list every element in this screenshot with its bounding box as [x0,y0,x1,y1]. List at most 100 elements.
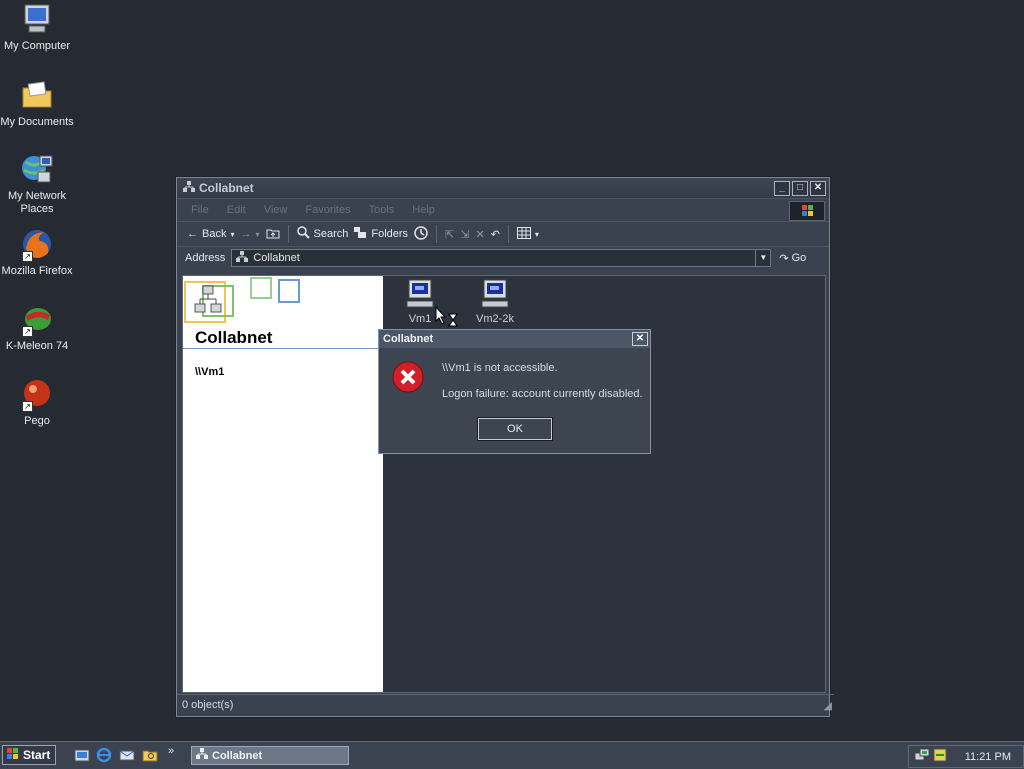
computer-icon [470,278,520,313]
address-input[interactable]: Collabnet ▼ [231,249,772,267]
folders-button[interactable]: Folders [354,226,409,242]
chevron-down-icon[interactable]: ▾ [255,230,259,239]
toolbar-separator [507,225,509,243]
forward-arrow-icon: → [240,228,252,240]
show-desktop-icon[interactable] [74,747,90,763]
copy-to-button[interactable]: ⇲ [460,228,469,241]
desktop-icon-label: Mozilla Firefox [1,265,73,277]
minimize-button[interactable]: _ [774,180,790,196]
window-title: Collabnet [199,181,254,195]
maximize-button[interactable]: □ [792,180,808,196]
menu-favorites[interactable]: Favorites [305,204,350,216]
network-banner-icon [183,276,303,327]
up-folder-icon [266,227,280,242]
windows-logo-icon [789,201,825,221]
tray-app-icon[interactable] [933,748,947,765]
resize-grip-icon[interactable]: ◢ [824,699,832,712]
start-label: Start [23,748,51,762]
history-button[interactable] [414,225,428,243]
menu-view[interactable]: View [264,204,288,216]
address-bar: Address Collabnet ▼ ↷ Go [177,246,829,269]
chevron-down-icon[interactable]: ▾ [230,230,234,239]
clock[interactable]: 11:21 PM [965,751,1011,763]
move-to-icon: ⇱ [445,228,455,241]
desktop-icon-my-documents[interactable]: My Documents [0,78,74,129]
desktop-icon-label: My Network Places [7,190,67,215]
folder-icon [20,78,54,112]
pane-divider [183,348,383,349]
shortcut-arrow-icon: ↗ [22,326,33,337]
toolbar: ← Back ▾ → ▾ Search Folders ⇱ ⇲ ✕ ↶ ▾ [177,221,829,246]
back-arrow-icon: ← [187,228,198,240]
network-folder-icon [196,748,208,763]
go-button[interactable]: ↷ Go [779,252,806,265]
search-folder-icon[interactable] [142,747,158,763]
go-label: Go [791,252,807,264]
pane-path: \\Vm1 [195,366,225,378]
desktop-icon-label: My Computer [3,40,71,52]
left-info-pane: Collabnet \\Vm1 [183,276,383,692]
search-label: Search [313,228,349,240]
window-titlebar[interactable]: Collabnet _ □ ✕ [177,178,829,198]
close-button[interactable]: ✕ [810,180,826,196]
network-folder-icon [183,180,195,196]
network-connection-icon[interactable] [914,748,930,765]
move-to-button[interactable]: ⇱ [445,228,454,241]
dialog-message-2: Logon failure: account currently disable… [442,388,643,400]
go-arrow-icon: ↷ [779,252,789,265]
computer-item-vm2-2k[interactable]: Vm2-2k [470,278,520,325]
taskbar: Start » Collabnet 11:21 PM [0,741,1024,769]
desktop-icon-k-meleon[interactable]: ↗ K-Meleon 74 [0,302,74,353]
up-folder-button[interactable] [266,227,280,242]
status-bar: 0 object(s) ◢ [177,694,834,715]
shortcut-arrow-icon: ↗ [22,251,33,262]
dialog-titlebar[interactable]: Collabnet ✕ [379,330,650,348]
outlook-express-icon[interactable] [119,747,135,763]
status-text: 0 object(s) [182,699,234,711]
internet-explorer-icon[interactable] [96,747,112,763]
search-icon [296,226,310,242]
toolbar-separator [287,225,289,243]
folders-icon [354,226,367,242]
address-dropdown-button[interactable]: ▼ [755,250,770,266]
toolbar-separator [436,225,438,243]
dialog-close-button[interactable]: ✕ [632,332,648,346]
desktop-icon-label: My Documents [0,116,74,128]
taskbar-button-collabnet[interactable]: Collabnet [191,746,349,765]
forward-button[interactable]: → ▾ [240,228,259,240]
desktop-icon-label: Pego [24,415,50,427]
ok-button[interactable]: OK [477,417,553,441]
folders-label: Folders [371,228,409,240]
network-icon [20,152,54,186]
desktop-icon-firefox[interactable]: ↗ Mozilla Firefox [0,227,74,278]
search-button[interactable]: Search [296,226,349,242]
menu-file[interactable]: File [191,204,209,216]
menu-help[interactable]: Help [412,204,435,216]
error-icon [392,361,424,396]
item-label: Vm2-2k [476,313,514,325]
desktop-icon-pego[interactable]: ↗ Pego [0,377,74,428]
shortcut-arrow-icon: ↗ [22,401,33,412]
desktop-icon-my-computer[interactable]: My Computer [0,2,74,53]
views-icon [516,226,531,242]
dialog-message-1: \\Vm1 is not accessible. [442,362,558,374]
copy-to-icon: ⇲ [460,228,470,241]
system-tray: 11:21 PM [908,745,1024,768]
desktop-icon-network-places[interactable]: My Network Places [0,152,74,216]
error-dialog: Collabnet ✕ \\Vm1 is not accessible. Log… [378,329,651,454]
computer-icon [20,2,54,36]
views-button[interactable]: ▾ [516,226,539,242]
network-folder-icon [236,250,249,266]
menu-edit[interactable]: Edit [227,204,246,216]
desktop-icon-label: K-Meleon 74 [5,340,69,352]
address-label: Address [185,252,226,264]
back-button[interactable]: ← Back ▾ [187,228,234,240]
undo-button[interactable]: ↶ [491,228,500,241]
menu-tools[interactable]: Tools [369,204,395,216]
task-label: Collabnet [212,749,263,762]
delete-button[interactable]: ✕ [475,228,484,241]
start-button[interactable]: Start [2,745,56,765]
quicklaunch-more-button[interactable]: » [168,745,174,757]
chevron-down-icon: ▾ [534,229,539,239]
k-meleon-icon: ↗ [20,302,54,337]
